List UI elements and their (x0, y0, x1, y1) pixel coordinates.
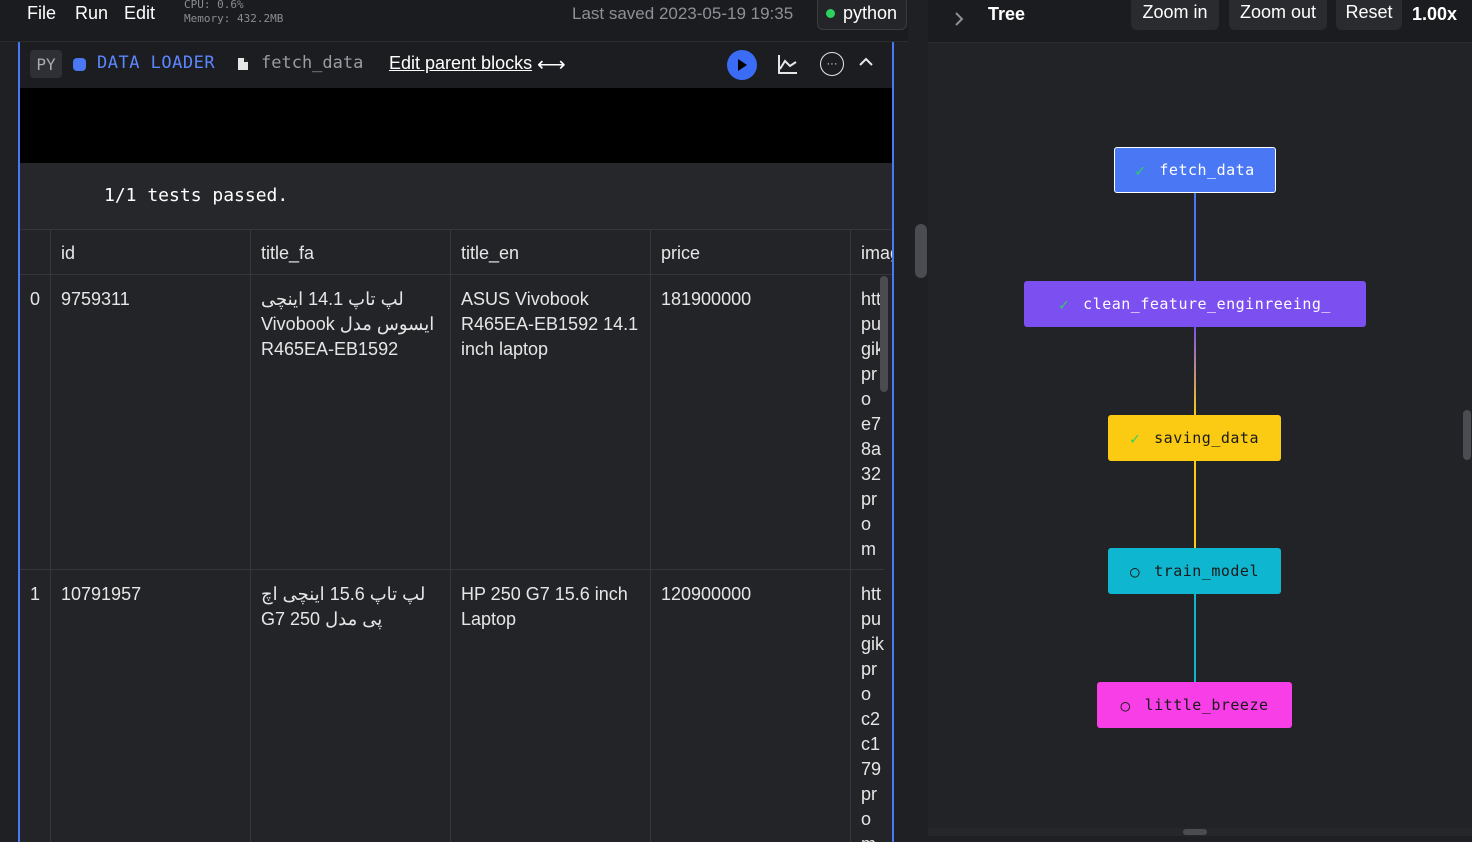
more-options-button[interactable]: ··· (820, 52, 844, 76)
column-header-id: id (51, 230, 251, 275)
check-icon: ✓ (1135, 160, 1146, 180)
tree-node-label: saving_data (1154, 429, 1259, 447)
last-saved-status: Last saved 2023-05-19 19:35 (572, 4, 794, 23)
tree-edge (1194, 192, 1196, 281)
table-cell-image: htt pu gik pro c2 c1 79 pro m_ ali (851, 570, 884, 842)
tree-node-clean-feature-engineering[interactable]: ✓ clean_feature_enginreeing_ (1024, 281, 1366, 327)
memory-usage: Memory: 432.2MB (184, 12, 284, 25)
run-block-button[interactable] (727, 50, 757, 80)
tree-node-label: train_model (1154, 562, 1259, 580)
dependency-tree-canvas[interactable]: ✓ fetch_data ✓ clean_feature_enginreeing… (928, 43, 1472, 836)
table-cell-title-fa: لپ تاپ 15.6 اینچی اچ پی مدل 250 G7 (251, 570, 451, 842)
check-icon: ✓ (1059, 294, 1070, 314)
tree-node-little-breeze[interactable]: ○ little_breeze (1097, 682, 1292, 728)
file-icon (238, 58, 248, 70)
kernel-selector[interactable]: python (817, 0, 907, 30)
tree-node-label: clean_feature_enginreeing_ (1083, 295, 1331, 313)
tree-edge (1194, 326, 1196, 415)
column-header-image: image (851, 230, 892, 275)
table-cell-price: 181900000 (651, 275, 851, 570)
tree-edge (1194, 460, 1196, 548)
chevron-right-icon[interactable] (952, 9, 966, 29)
block-type-label: DATA LOADER (97, 53, 216, 73)
tree-panel-header: Tree Zoom in Zoom out Reset 1.00x (928, 0, 1472, 43)
top-bar: File Run Edit CPU: 0.6% Memory: 432.2MB … (0, 0, 926, 42)
table-cell-index: 0 (20, 275, 51, 570)
table-cell-index: 1 (20, 570, 51, 842)
block-header: PY DATA LOADER fetch_data Edit parent bl… (20, 42, 892, 88)
chart-icon[interactable] (777, 53, 799, 75)
table-cell-id: 9759311 (51, 275, 251, 570)
chevron-up-icon[interactable] (856, 52, 876, 72)
tree-node-saving-data[interactable]: ✓ saving_data (1108, 415, 1281, 461)
tree-node-train-model[interactable]: ○ train_model (1108, 548, 1281, 594)
check-icon: ✓ (1130, 428, 1141, 448)
zoom-in-button[interactable]: Zoom in (1131, 0, 1219, 30)
code-editor-area[interactable] (20, 88, 892, 163)
reset-zoom-button[interactable]: Reset (1336, 0, 1402, 30)
zoom-out-button[interactable]: Zoom out (1229, 0, 1327, 30)
tree-node-label: little_breeze (1144, 696, 1269, 714)
menu-edit[interactable]: Edit (124, 3, 155, 24)
table-cell-id: 10791957 (51, 570, 251, 842)
column-header-title-fa: title_fa (251, 230, 451, 275)
menu-run[interactable]: Run (75, 3, 108, 24)
table-cell-price: 120900000 (651, 570, 851, 842)
tree-panel-title: Tree (988, 4, 1026, 24)
tree-node-label: fetch_data (1159, 161, 1255, 179)
tree-vertical-scrollbar[interactable] (1463, 410, 1471, 460)
arrows-horizontal-icon[interactable]: ⟷ (537, 52, 566, 77)
panel-divider (908, 0, 928, 836)
menu-file[interactable]: File (27, 3, 56, 24)
circle-icon: ○ (1130, 561, 1141, 581)
block-type-color-icon (73, 58, 86, 71)
column-header-title-en: title_en (451, 230, 651, 275)
table-cell-title-en: HP 250 G7 15.6 inch Laptop (451, 570, 651, 842)
block-name[interactable]: fetch_data (261, 53, 363, 73)
language-badge: PY (30, 50, 62, 78)
tree-edge (1194, 593, 1196, 682)
panel-resize-handle[interactable] (915, 224, 927, 278)
cpu-usage: CPU: 0.6% (184, 0, 244, 11)
tree-node-fetch-data[interactable]: ✓ fetch_data (1114, 147, 1276, 193)
code-block: PY DATA LOADER fetch_data Edit parent bl… (18, 42, 894, 842)
table-cell-title-fa: لپ تاپ 14.1 اینچی ایسوس مدل Vivobook R46… (251, 275, 451, 570)
test-result-text: 1/1 tests passed. (104, 185, 289, 206)
zoom-level: 1.00x (1412, 4, 1458, 24)
play-icon (738, 59, 747, 71)
table-vertical-scrollbar[interactable] (880, 276, 888, 392)
circle-icon: ○ (1120, 695, 1131, 715)
edit-parent-blocks-link[interactable]: Edit parent blocks (389, 53, 532, 74)
kernel-name: python (843, 2, 898, 23)
output-table: id title_fa title_en price image 0 97593… (20, 230, 892, 842)
table-cell-title-en: ASUS Vivobook R465EA-EB1592 14.1 inch la… (451, 275, 651, 570)
kernel-status-dot (826, 8, 835, 18)
column-header-price: price (651, 230, 851, 275)
test-output: 1/1 tests passed. (20, 163, 892, 230)
system-stats: CPU: 0.6% Memory: 432.2MB (184, 0, 283, 26)
column-header-index (20, 230, 51, 275)
tree-horizontal-scrollbar[interactable] (1183, 829, 1207, 835)
